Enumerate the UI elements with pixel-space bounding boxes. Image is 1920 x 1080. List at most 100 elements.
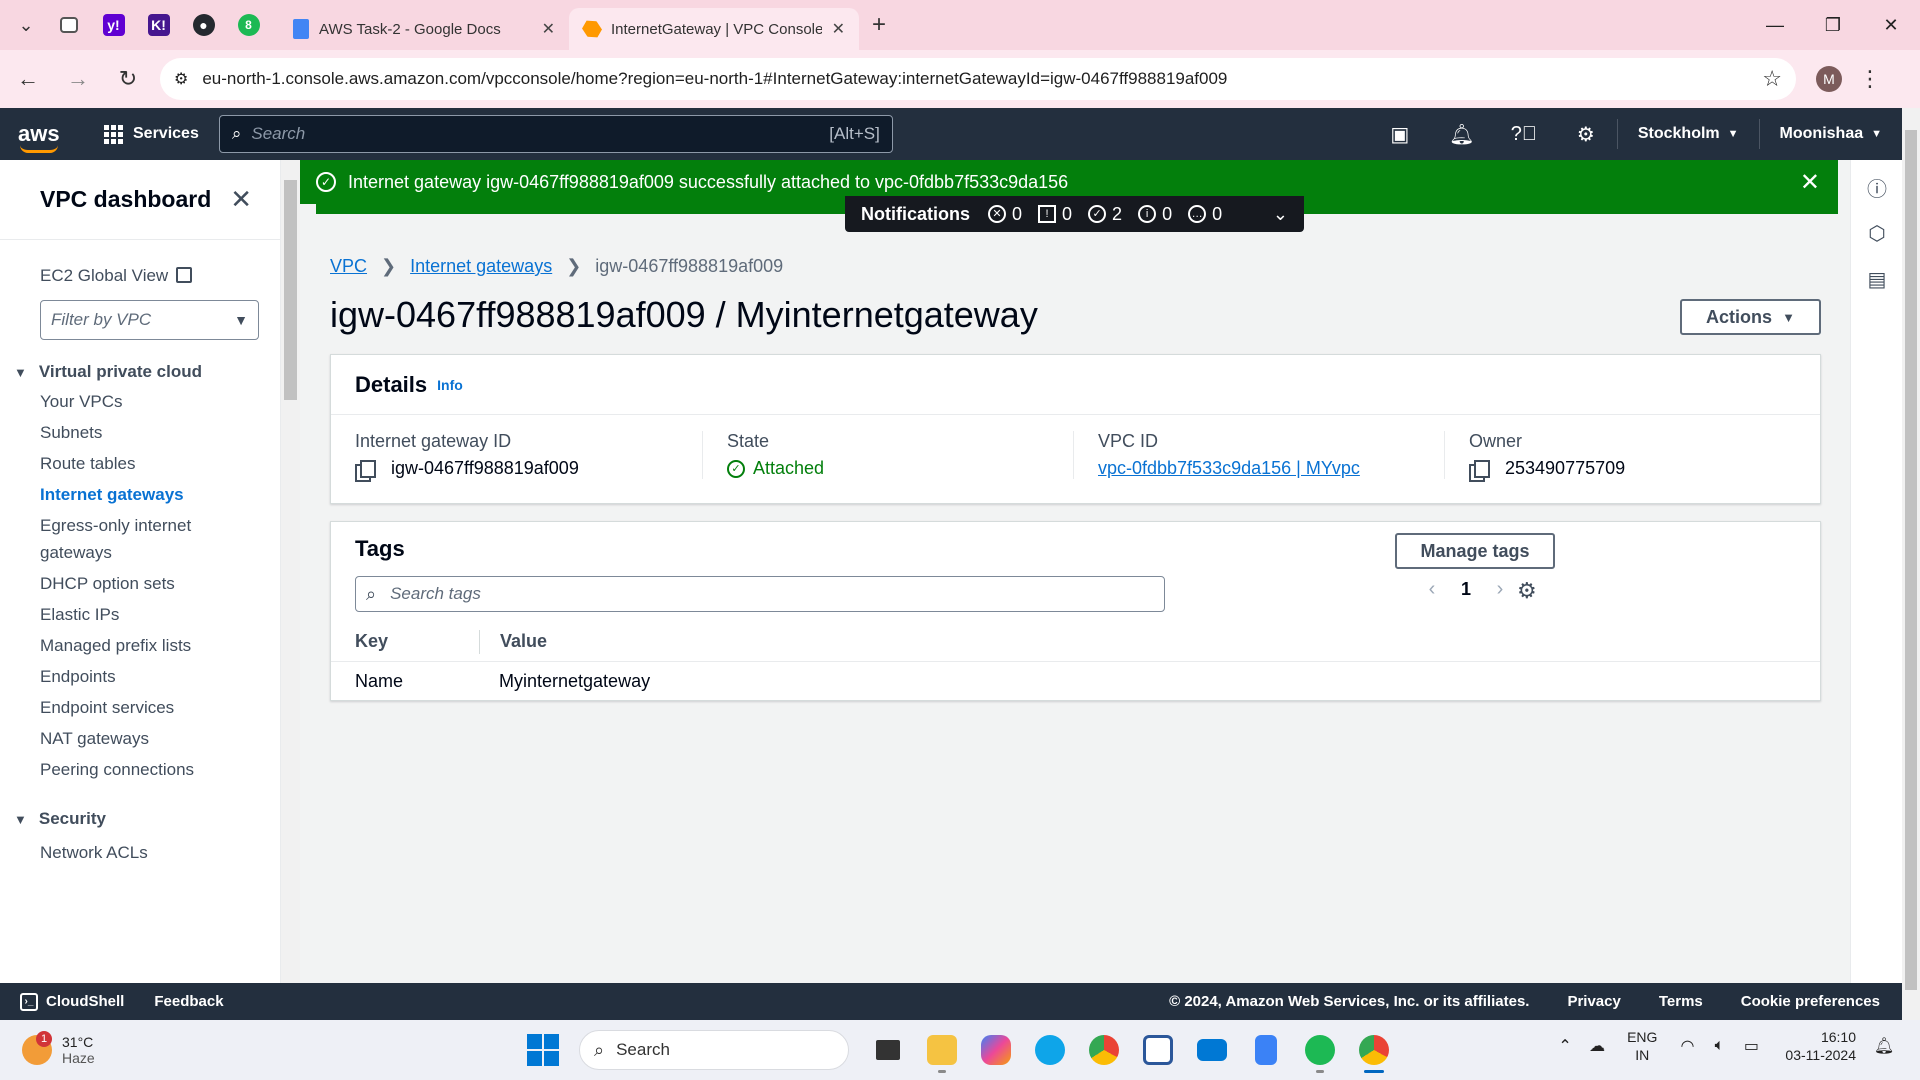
pinned-tab-8[interactable]: 8 bbox=[226, 5, 271, 45]
chrome-icon[interactable] bbox=[1077, 1026, 1131, 1074]
url-text[interactable]: eu-north-1.console.aws.amazon.com/vpccon… bbox=[202, 69, 1762, 89]
close-window-button[interactable]: ✕ bbox=[1862, 0, 1920, 50]
region-menu[interactable]: Stockholm ▼ bbox=[1618, 125, 1759, 143]
aws-logo[interactable]: aws bbox=[18, 121, 78, 153]
terms-link[interactable]: Terms bbox=[1659, 993, 1703, 1010]
aws-search-input[interactable]: ⌕ Search [Alt+S] bbox=[218, 115, 893, 153]
breadcrumb-vpc[interactable]: VPC bbox=[330, 256, 367, 277]
column-header-value[interactable]: Value bbox=[479, 629, 547, 654]
sidebar-item-subnets[interactable]: Subnets bbox=[0, 419, 280, 446]
cloudshell-button[interactable]: ›_ CloudShell bbox=[20, 992, 124, 1011]
windows-start-icon[interactable] bbox=[527, 1034, 559, 1066]
notifications-bell-icon[interactable]: 🔔︎ bbox=[1431, 108, 1493, 160]
settings-gear-icon[interactable]: ⚙ bbox=[1555, 108, 1617, 160]
reload-button[interactable]: ↻ bbox=[106, 57, 150, 101]
tab-vpc-console[interactable]: InternetGateway | VPC Console ✕ bbox=[569, 8, 859, 50]
section-virtual-private-cloud[interactable]: ▼ Virtual private cloud bbox=[0, 362, 280, 382]
sidebar-item-network-acls[interactable]: Network ACLs bbox=[0, 839, 280, 866]
sidebar-item-dhcp-option-sets[interactable]: DHCP option sets bbox=[0, 570, 280, 597]
bookmark-star-icon[interactable]: ☆ bbox=[1762, 66, 1782, 92]
vpc-id-link[interactable]: vpc-0fdbb7f533c9da156 | MYvpc bbox=[1098, 458, 1360, 479]
sidebar-item-route-tables[interactable]: Route tables bbox=[0, 450, 280, 477]
sidebar-scrollbar[interactable] bbox=[281, 160, 300, 983]
chevron-up-icon[interactable]: ⌃ bbox=[1549, 1036, 1581, 1056]
sidebar-item-endpoints[interactable]: Endpoints bbox=[0, 663, 280, 690]
breadcrumb-internet-gateways[interactable]: Internet gateways bbox=[410, 256, 552, 277]
minimize-button[interactable]: — bbox=[1746, 0, 1804, 50]
browser-menu-icon[interactable]: ⋮ bbox=[1848, 57, 1892, 101]
tab-search-icon[interactable]: ⌄ bbox=[6, 5, 46, 45]
pinned-tab-yahoo[interactable]: y! bbox=[91, 5, 136, 45]
weather-widget[interactable]: 1 31°C Haze bbox=[22, 1031, 95, 1066]
copy-icon[interactable] bbox=[1469, 459, 1490, 482]
chrome-profile-icon[interactable] bbox=[1347, 1026, 1401, 1074]
new-tab-button[interactable]: + bbox=[859, 5, 899, 45]
volume-icon[interactable]: 🔈︎ bbox=[1703, 1037, 1735, 1055]
manage-tags-button[interactable]: Manage tags bbox=[1395, 533, 1555, 569]
chevron-down-icon[interactable]: ⌄ bbox=[1273, 204, 1288, 225]
notifications-bar[interactable]: Notifications ✕ 0 ! 0 ✓ 2 i0 … 0 ⌄ bbox=[845, 196, 1304, 232]
battery-icon[interactable]: ▭ bbox=[1735, 1036, 1767, 1056]
scrollbar-thumb[interactable] bbox=[1905, 130, 1917, 990]
mail-icon[interactable] bbox=[1185, 1026, 1239, 1074]
site-info-icon[interactable]: ⚙ bbox=[174, 69, 188, 89]
cloudshell-icon[interactable]: ▣ bbox=[1369, 108, 1431, 160]
dismiss-flash-icon[interactable]: ✕ bbox=[1800, 168, 1820, 197]
omnibox[interactable]: ⚙ eu-north-1.console.aws.amazon.com/vpcc… bbox=[160, 58, 1796, 100]
section-security[interactable]: ▼ Security bbox=[0, 809, 280, 829]
notification-bell-icon[interactable]: 🔔︎ bbox=[1868, 1036, 1900, 1056]
clock[interactable]: 16:10 03-11-2024 bbox=[1785, 1028, 1856, 1064]
cookie-preferences-link[interactable]: Cookie preferences bbox=[1741, 993, 1880, 1010]
vpc-filter-select[interactable]: Filter by VPC ▼ bbox=[40, 300, 259, 340]
sidebar-item-nat-gateways[interactable]: NAT gateways bbox=[0, 725, 280, 752]
info-panel-icon[interactable]: ⓘ bbox=[1851, 164, 1903, 210]
spotify-icon[interactable] bbox=[1293, 1026, 1347, 1074]
page-number[interactable]: 1 bbox=[1448, 579, 1484, 600]
close-tab-icon[interactable]: ✕ bbox=[542, 19, 555, 39]
help-icon[interactable]: ?⃝ bbox=[1493, 108, 1555, 160]
sidebar-item-your-vpcs[interactable]: Your VPCs bbox=[0, 388, 280, 415]
tab-google-docs[interactable]: AWS Task-2 - Google Docs ✕ bbox=[279, 8, 569, 50]
file-explorer-icon[interactable] bbox=[915, 1026, 969, 1074]
tutorials-icon[interactable]: ▤ bbox=[1851, 256, 1903, 302]
edge-icon[interactable] bbox=[1023, 1026, 1077, 1074]
pinned-tab-1[interactable] bbox=[46, 5, 91, 45]
tags-search-input[interactable]: ⌕ Search tags bbox=[355, 576, 1165, 612]
forward-button[interactable]: → bbox=[56, 57, 100, 101]
learn-icon[interactable]: ⬡ bbox=[1851, 210, 1903, 256]
back-button[interactable]: ← bbox=[6, 57, 50, 101]
sidebar-item-peering-connections[interactable]: Peering connections bbox=[0, 756, 280, 783]
page-scrollbar[interactable] bbox=[1902, 108, 1920, 1020]
wifi-icon[interactable]: ◠ bbox=[1671, 1036, 1703, 1056]
pinned-tab-github[interactable]: ● bbox=[181, 5, 226, 45]
column-header-key[interactable]: Key bbox=[331, 631, 479, 652]
task-view-icon[interactable] bbox=[861, 1026, 915, 1074]
sidebar-item-elastic-ips[interactable]: Elastic IPs bbox=[0, 601, 280, 628]
taskbar-search[interactable]: ⌕ Search bbox=[579, 1030, 849, 1070]
privacy-link[interactable]: Privacy bbox=[1567, 993, 1620, 1010]
info-link[interactable]: Info bbox=[437, 377, 463, 393]
actions-button[interactable]: Actions ▼ bbox=[1680, 299, 1821, 335]
chevron-right-icon[interactable]: › bbox=[1484, 578, 1516, 601]
notepad-icon[interactable] bbox=[1239, 1026, 1293, 1074]
language-indicator[interactable]: ENG IN bbox=[1627, 1028, 1657, 1064]
onedrive-icon[interactable]: ☁ bbox=[1581, 1036, 1613, 1056]
sidebar-item-egress-only-internet-gateways[interactable]: Egress-only internet gateways bbox=[0, 512, 220, 566]
restore-button[interactable]: ❐ bbox=[1804, 0, 1862, 50]
feedback-link[interactable]: Feedback bbox=[154, 993, 223, 1010]
sidebar-item-managed-prefix-lists[interactable]: Managed prefix lists bbox=[0, 632, 280, 659]
sidebar-item-endpoint-services[interactable]: Endpoint services bbox=[0, 694, 280, 721]
ec2-global-view-link[interactable]: EC2 Global View bbox=[0, 266, 280, 286]
sidebar-title[interactable]: VPC dashboard bbox=[40, 186, 211, 213]
services-menu[interactable]: Services bbox=[104, 124, 199, 144]
pinned-tab-kahoot[interactable]: K! bbox=[136, 5, 181, 45]
chevron-left-icon[interactable]: ‹ bbox=[1416, 578, 1448, 601]
sidebar-item-internet-gateways[interactable]: Internet gateways bbox=[0, 481, 280, 508]
copy-icon[interactable] bbox=[355, 459, 376, 482]
copilot-icon[interactable] bbox=[969, 1026, 1023, 1074]
scrollbar-thumb[interactable] bbox=[284, 180, 297, 400]
account-menu[interactable]: Moonishaa ▼ bbox=[1760, 125, 1902, 143]
close-sidebar-icon[interactable]: ✕ bbox=[230, 184, 252, 215]
close-tab-icon[interactable]: ✕ bbox=[832, 19, 845, 39]
profile-avatar[interactable]: M bbox=[1816, 66, 1842, 92]
